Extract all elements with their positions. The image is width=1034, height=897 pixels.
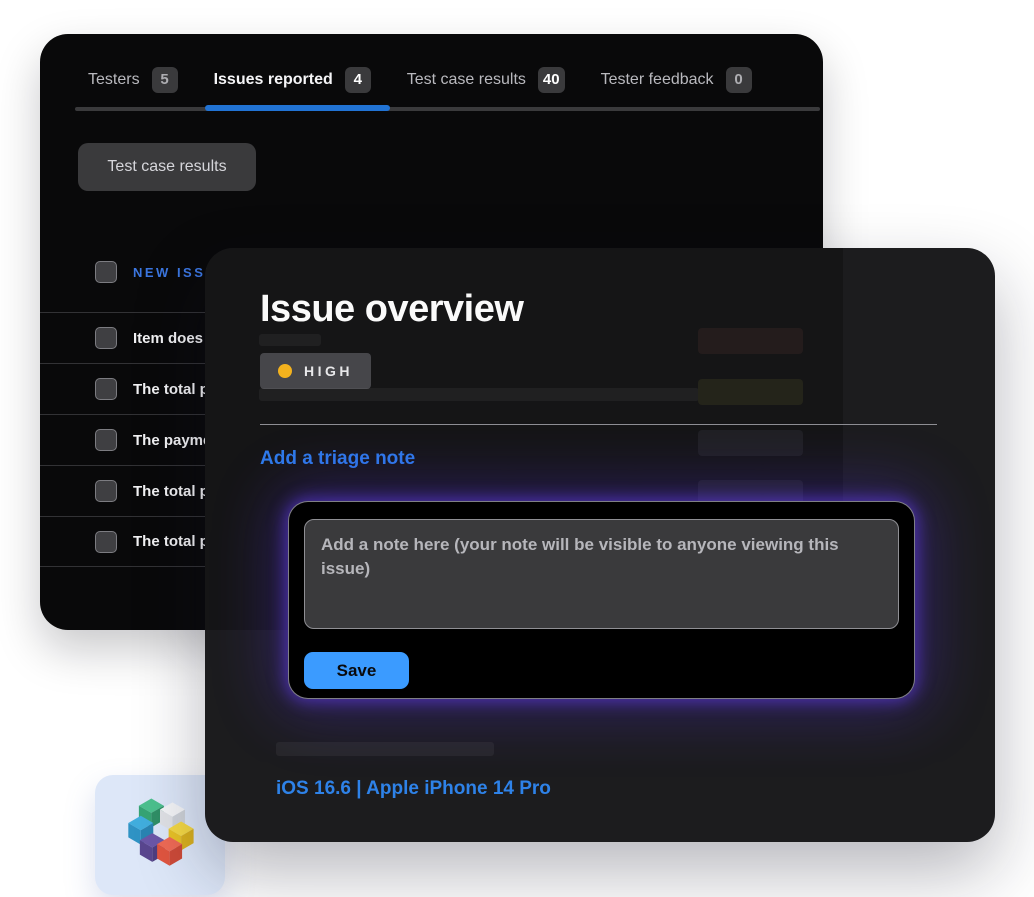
- dimmed-button-placeholder: [698, 379, 803, 405]
- issue-row-checkbox[interactable]: [95, 378, 117, 400]
- issue-row-label: Item does: [133, 330, 203, 347]
- tab-issues-reported-count-badge: 4: [345, 67, 371, 93]
- issue-row-label: The payme: [133, 432, 211, 449]
- dimmed-text-placeholder: [276, 742, 494, 756]
- tab-bar: Testers 5 Issues reported 4 Test case re…: [88, 67, 752, 93]
- dimmed-button-placeholder: [698, 430, 803, 456]
- issue-row-checkbox[interactable]: [95, 327, 117, 349]
- tab-testers-label: Testers: [88, 71, 140, 89]
- issue-row-checkbox[interactable]: [95, 531, 117, 553]
- issue-row-label: The total p: [133, 381, 209, 398]
- tab-testers-count-badge: 5: [152, 67, 178, 93]
- triage-note-input[interactable]: [304, 519, 899, 629]
- tab-issues-reported[interactable]: Issues reported 4: [214, 67, 371, 93]
- filter-button-label: Test case results: [107, 158, 226, 176]
- tab-tester-feedback[interactable]: Tester feedback 0: [601, 67, 752, 93]
- device-info-link[interactable]: iOS 16.6 | Apple iPhone 14 Pro: [276, 778, 551, 800]
- tab-testers[interactable]: Testers 5: [88, 67, 178, 93]
- tab-tester-feedback-count-badge: 0: [726, 67, 752, 93]
- modal-divider: [260, 424, 937, 425]
- modal-title: Issue overview: [260, 288, 523, 331]
- add-triage-note-link[interactable]: Add a triage note: [260, 448, 415, 470]
- page: Testers 5 Issues reported 4 Test case re…: [0, 0, 1034, 897]
- issue-row-label: The total p: [133, 533, 209, 550]
- tab-test-case-results[interactable]: Test case results 40: [407, 67, 565, 93]
- severity-label: HIGH: [304, 363, 353, 379]
- test-case-results-filter-button[interactable]: Test case results: [78, 143, 256, 191]
- issue-row-checkbox[interactable]: [95, 480, 117, 502]
- active-tab-indicator: [205, 105, 390, 111]
- dimmed-text-placeholder: [259, 334, 321, 346]
- severity-badge: HIGH: [260, 353, 371, 389]
- issue-row-label: The total p: [133, 483, 209, 500]
- issue-overview-modal: Issue overview HIGH Add a triage note Sa…: [205, 248, 995, 842]
- select-all-checkbox[interactable]: [95, 261, 117, 283]
- dimmed-text-placeholder: [259, 388, 699, 401]
- app-logo-cube-icon: [112, 787, 208, 883]
- issue-row-checkbox[interactable]: [95, 429, 117, 451]
- tab-tester-feedback-label: Tester feedback: [601, 71, 714, 89]
- tab-test-case-results-count-badge: 40: [538, 67, 565, 93]
- dimmed-button-placeholder: [698, 328, 803, 354]
- tab-underline-track: [75, 107, 820, 111]
- tab-issues-reported-label: Issues reported: [214, 71, 333, 89]
- tab-test-case-results-label: Test case results: [407, 71, 526, 89]
- severity-dot-icon: [278, 364, 292, 378]
- triage-note-panel: Save: [288, 501, 915, 699]
- save-button[interactable]: Save: [304, 652, 409, 689]
